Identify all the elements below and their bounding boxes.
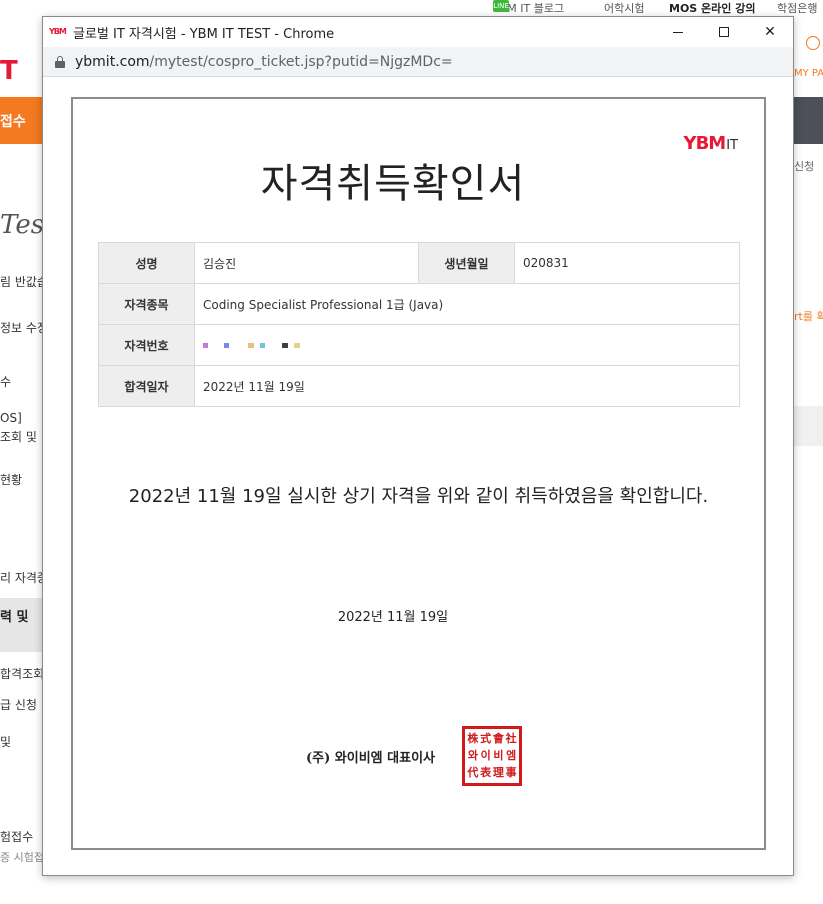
seal-char: 理 [492,766,504,779]
table-row: 자격번호 [98,324,740,366]
background-top-nav: LINE YBM IT 블로그 어학시험 MOS 온라인 강의 학점은행 [0,0,823,16]
line-icon: LINE [493,0,509,12]
test-logo: Tes [0,210,43,240]
cert-no-value-redacted [194,324,740,366]
name-label: 성명 [98,242,195,284]
seal-char: 株 [467,732,479,745]
right-light-block [794,406,823,446]
left-menu-item[interactable]: 조회 및 [0,428,37,445]
minimize-icon [673,31,683,33]
issuer-name: (주) 와이비엠 대표이사 [306,751,435,766]
table-row: 자격종목 Coding Specialist Professional 1급 (… [98,283,740,325]
background-left-menu: Tes 림 반값습 정보 수정 수 OS] 조회 및 현황 리 자격증 합격조회… [0,0,43,904]
window-titlebar[interactable]: YBM 글로벌 IT 자격시험 - YBM IT TEST - Chrome ✕ [43,17,793,47]
url-domain: ybmit.com [75,53,150,70]
seal-char: 와 [467,749,478,762]
lang-test-link[interactable]: 어학시험 [604,0,644,16]
lock-icon[interactable] [55,55,65,68]
mos-course-link[interactable]: MOS 온라인 강의 [669,0,755,16]
cert-type-label: 자격종목 [98,283,195,325]
seal-char: 會 [492,732,504,745]
background-right-panel: MY PA 신청 rt를 확 [794,16,823,904]
page-content: YBMIT 자격취득확인서 성명 김승진 생년월일 020831 자격종목 Co… [43,78,793,875]
left-menu-item[interactable]: 합격조회 [0,665,43,682]
left-menu-item[interactable]: 험접수 [0,828,33,845]
left-menu-item[interactable]: OS] [0,411,22,425]
left-menu-item[interactable]: 정보 수정 [0,319,43,336]
right-dark-block [794,97,823,144]
right-apply-text: 신청 [794,160,815,173]
left-menu-item[interactable]: 및 [0,733,11,750]
pass-date-value: 2022년 11월 19일 [194,365,740,407]
company-seal-stamp: 株 式 會 社 와 이 비 엠 代 表 理 事 [462,726,522,786]
left-menu-active-label: 력 및 [0,610,29,625]
ybm-favicon-icon: YBM [49,27,67,36]
window-controls: ✕ [655,17,793,47]
right-start-hint: rt를 확 [794,310,823,323]
left-menu-item[interactable]: 수 [0,373,11,390]
seal-char: 代 [467,766,479,779]
left-menu-active-section[interactable]: 력 및 [0,598,43,652]
maximize-button[interactable] [701,17,747,47]
url-path: /mytest/cospro_ticket.jsp?putid=NjgzMDc= [149,53,453,70]
left-menu-item[interactable]: 현황 [0,471,22,488]
certificate: YBMIT 자격취득확인서 성명 김승진 생년월일 020831 자격종목 Co… [71,97,766,850]
certificate-info-table: 성명 김승진 생년월일 020831 자격종목 Coding Specialis… [98,242,740,407]
left-menu-item[interactable]: 증 시험접 [0,849,43,865]
cert-no-label: 자격번호 [98,324,195,366]
maximize-icon [719,27,729,37]
left-menu-item[interactable]: 림 반값습 [0,273,43,290]
url-text[interactable]: ybmit.com/mytest/cospro_ticket.jsp?putid… [75,54,453,70]
issue-date: 2022년 11월 19일 [337,610,449,625]
name-value: 김승진 [194,242,419,284]
blog-link[interactable]: LINE YBM IT 블로그 [493,0,564,16]
ybm-logo-it: IT [726,138,738,153]
seal-char: 이 [480,749,491,762]
user-icon[interactable] [806,36,820,50]
popup-window: YBM 글로벌 IT 자격시험 - YBM IT TEST - Chrome ✕… [42,16,794,876]
birth-label: 생년월일 [418,242,515,284]
address-bar[interactable]: ybmit.com/mytest/cospro_ticket.jsp?putid… [43,47,793,77]
mypage-link[interactable]: MY PA [794,68,823,79]
left-menu-item[interactable]: 급 신청 [0,696,37,713]
birth-value: 020831 [514,242,740,284]
certificate-statement: 2022년 11월 19일 실시한 상기 자격을 위와 같이 취득하였음을 확인… [128,486,709,507]
seal-char: 엠 [506,749,517,762]
cert-type-value: Coding Specialist Professional 1급 (Java) [194,283,740,325]
table-row: 합격일자 2022년 11월 19일 [98,365,740,407]
seal-char: 式 [480,732,492,745]
left-menu-item[interactable]: 리 자격증 [0,569,43,586]
close-button[interactable]: ✕ [747,17,793,47]
seal-char: 비 [493,749,504,762]
certificate-title: 자격취득확인서 [260,161,526,207]
credit-bank-link[interactable]: 학점은행 [777,0,817,16]
seal-char: 社 [505,732,517,745]
close-icon: ✕ [764,24,776,40]
seal-char: 事 [505,766,517,779]
window-title: 글로벌 IT 자격시험 - YBM IT TEST - Chrome [73,26,335,42]
seal-char: 表 [480,766,492,779]
pass-date-label: 합격일자 [98,365,195,407]
minimize-button[interactable] [655,17,701,47]
table-row: 성명 김승진 생년월일 020831 [98,242,740,284]
